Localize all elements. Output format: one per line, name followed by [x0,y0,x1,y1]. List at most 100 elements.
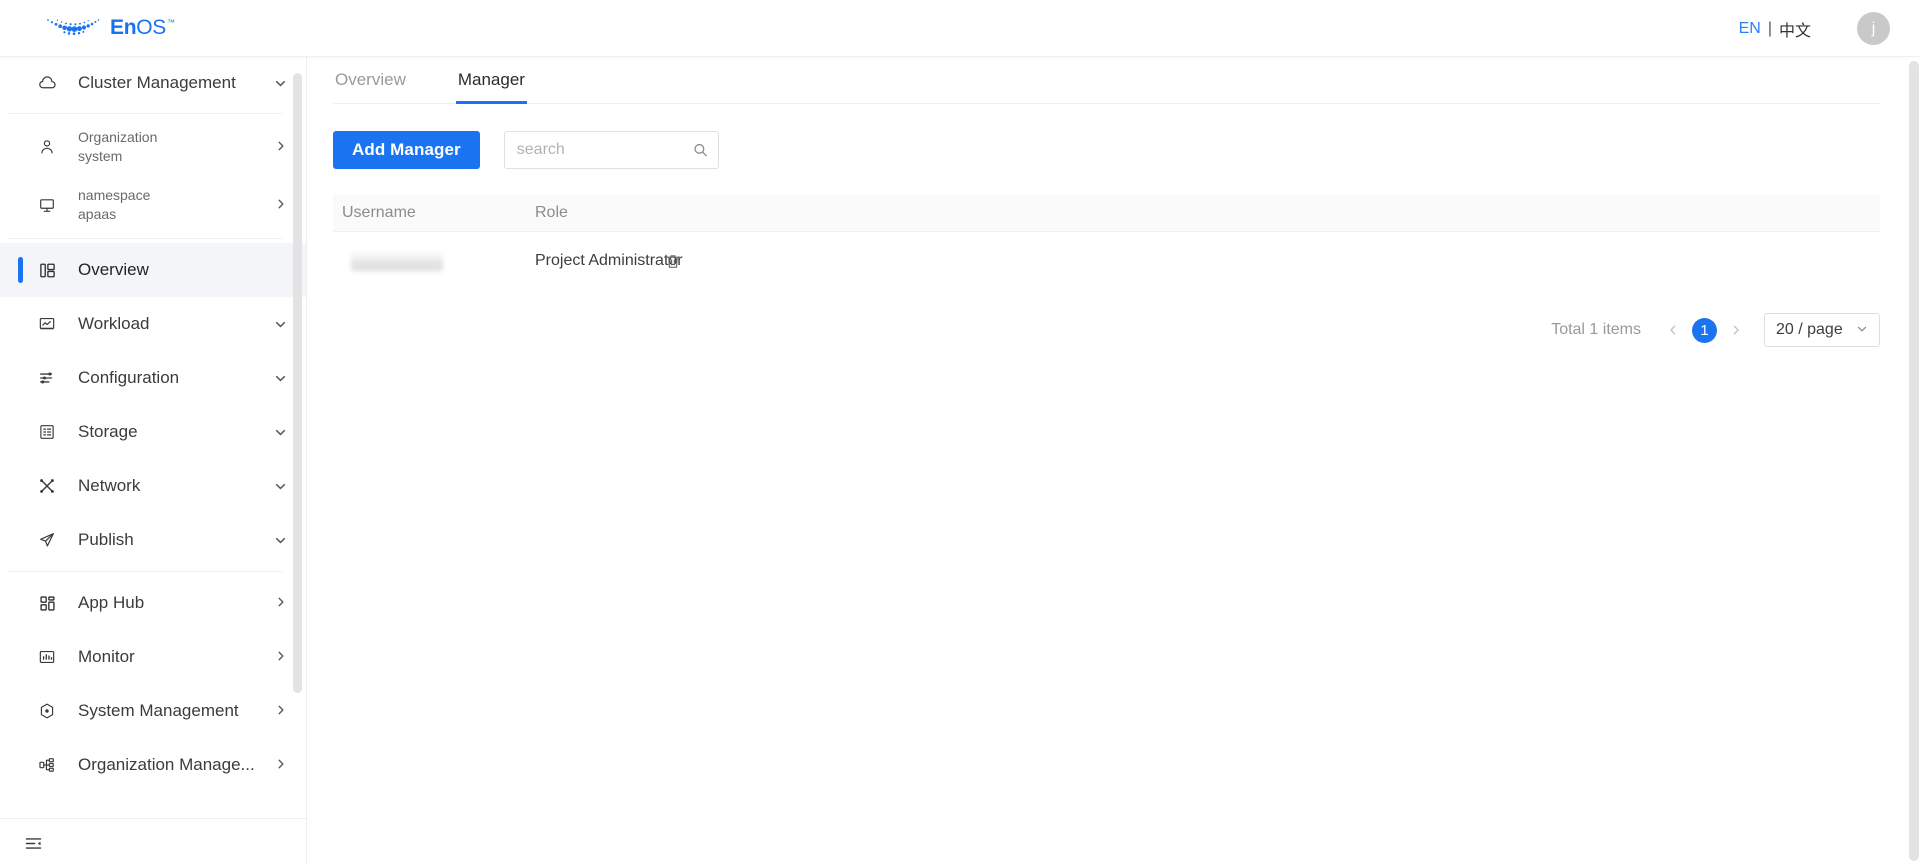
brand-text-os: OS [136,16,166,39]
pagination: Total 1 items 1 20 / page [333,313,1880,347]
sidebar-item-overview[interactable]: Overview [0,243,306,297]
sidebar: Cluster Management Organization system n… [0,57,307,867]
chevron-down-icon [274,534,287,547]
sidebar-cluster-label: Cluster Management [78,73,236,92]
sidebar-item-storage-label: Storage [78,421,138,441]
toolbar: Add Manager [333,131,1920,169]
dashboard-icon [36,262,58,279]
column-header-username: Username [342,203,416,221]
sidebar-scrollbar[interactable] [293,65,302,812]
gear-hex-icon [36,702,58,720]
org-tree-icon [36,756,58,774]
pagination-page-1[interactable]: 1 [1692,317,1717,343]
sidebar-footer [0,818,306,867]
avatar[interactable]: j [1857,12,1890,45]
sidebar-item-namespace[interactable]: namespace apaas [0,176,306,234]
sidebar-scrollbar-thumb[interactable] [293,73,302,693]
language-zh[interactable]: 中文 [1779,17,1811,41]
org-context-top: Organization [78,129,158,146]
sidebar-item-namespace-label: namespace apaas [78,186,275,224]
grid-icon [36,595,58,612]
chevron-right-icon [275,649,287,665]
sidebar-item-publish-label: Publish [78,529,134,549]
sidebar-cluster-management[interactable]: Cluster Management [0,57,306,109]
chevron-right-icon [275,139,287,155]
tab-bar: Overview Manager [333,57,1880,104]
page-scrollbar-thumb[interactable] [1909,61,1919,861]
add-manager-button[interactable]: Add Manager [333,131,480,169]
sliders-icon [36,369,58,387]
sidebar-item-app-hub[interactable]: App Hub [0,576,306,630]
chevron-down-icon [1856,323,1868,338]
chevron-right-icon [275,595,287,611]
brand-text: En OS ™ [110,16,175,40]
sidebar-item-publish[interactable]: Publish [0,513,306,567]
tab-overview[interactable]: Overview [333,70,408,103]
column-header-role: Role [535,203,568,221]
cell-username [333,250,535,272]
sidebar-item-app-hub-label: App Hub [78,592,145,612]
main-content: Overview Manager Add Manager Username Ro… [307,57,1920,867]
chevron-down-icon [274,77,287,90]
ns-context-top: namespace [78,187,151,204]
sidebar-divider-1 [8,113,283,114]
monitor-chart-icon [36,648,58,666]
cell-role: Project Administrator [535,252,775,270]
chevron-down-icon [274,426,287,439]
brand-trademark: ™ [167,18,175,27]
cell-role-text: Project Administrator [535,252,683,269]
language-switcher: EN | 中文 [1739,17,1811,41]
sidebar-item-monitor-label: Monitor [78,646,135,666]
page-size-value: 20 / page [1776,321,1843,338]
page-size-select[interactable]: 20 / page [1764,313,1880,347]
search-input[interactable] [503,131,719,169]
table-row[interactable]: Project Administrator [333,232,1880,290]
manager-table: Username Role Project Administrator [333,194,1880,290]
sidebar-item-overview-label: Overview [78,259,149,279]
table-header-row: Username Role [333,194,1880,232]
redacted-username [351,250,443,272]
chevron-right-icon [275,197,287,213]
pagination-next[interactable] [1724,318,1748,342]
sidebar-item-organization[interactable]: Organization system [0,118,306,176]
language-separator: | [1767,19,1772,37]
brand-logo[interactable]: En OS ™ [44,15,175,41]
sidebar-item-organization-management[interactable]: Organization Manage... [0,738,306,792]
storage-icon [36,423,58,441]
user-icon [36,138,58,156]
pagination-prev[interactable] [1661,318,1685,342]
send-icon [36,531,58,549]
chevron-down-icon [274,318,287,331]
sidebar-item-organization-management-label: Organization Manage... [78,754,255,774]
sidebar-item-storage[interactable]: Storage [0,405,306,459]
sidebar-item-system-management[interactable]: System Management [0,684,306,738]
sidebar-item-configuration-label: Configuration [78,367,180,387]
sidebar-divider-2 [8,238,283,239]
sidebar-item-network-label: Network [78,475,141,495]
sidebar-item-configuration[interactable]: Configuration [0,351,306,405]
ns-context-sub: apaas [78,206,117,222]
chevron-right-icon [275,757,287,773]
enos-swoosh-logo-icon [47,19,100,36]
sidebar-item-workload-label: Workload [78,313,150,333]
sidebar-scroll-area: Cluster Management Organization system n… [0,57,306,819]
network-icon [36,477,58,495]
search-box [503,131,719,169]
chevron-right-icon [275,703,287,719]
tab-manager[interactable]: Manager [455,70,528,104]
sidebar-item-system-management-label: System Management [78,700,239,720]
app-root: En OS ™ EN | 中文 j Cluster Management Org… [0,0,1920,867]
sidebar-item-monitor[interactable]: Monitor [0,630,306,684]
search-icon[interactable] [693,143,708,158]
sidebar-item-workload[interactable]: Workload [0,297,306,351]
collapse-sidebar-icon[interactable] [24,834,43,853]
sidebar-item-network[interactable]: Network [0,459,306,513]
brand-text-en: En [110,16,137,39]
cloud-icon [36,74,58,93]
page-scrollbar[interactable] [1908,57,1920,867]
org-context-sub: system [78,148,123,164]
trash-icon[interactable] [665,253,681,270]
chevron-down-icon [274,480,287,493]
language-en[interactable]: EN [1739,20,1761,38]
cell-actions [667,253,1880,270]
